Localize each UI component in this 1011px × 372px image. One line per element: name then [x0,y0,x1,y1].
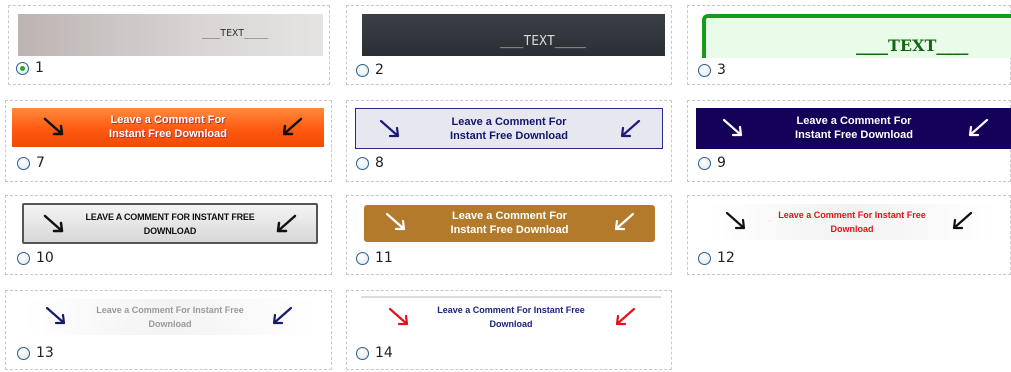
style-preview-1: ___TEXT____ [18,14,323,56]
radio-button-2[interactable] [356,63,369,77]
option-10[interactable]: 10 [17,249,54,267]
arrow-down-left-icon [615,307,636,326]
arrow-down-left-icon [272,306,293,325]
option-number-12: 12 [717,250,735,266]
style-option-9[interactable]: Leave a Comment For Instant Free Downloa… [687,100,1011,182]
style-option-7[interactable]: Leave a Comment For Instant Free Downloa… [5,100,332,182]
style-preview-13: Leave a Comment For Instant Free Downloa… [24,299,316,335]
radio-button-10[interactable] [17,251,30,265]
option-9[interactable]: 9 [698,154,726,172]
option-2[interactable]: 2 [356,61,384,79]
style-option-10[interactable]: LEAVE A COMMENT FOR INSTANT FREE DOWNLOA… [5,195,332,275]
arrow-down-left-icon [952,211,973,230]
option-number-2: 2 [375,62,384,78]
style-option-13[interactable]: Leave a Comment For Instant Free Downloa… [5,290,332,370]
radio-button-1[interactable] [16,61,29,75]
style-preview-12: Leave a Comment For Instant Free Downloa… [706,204,998,240]
style-preview-11: Leave a Comment For Instant Free Downloa… [364,205,655,242]
radio-button-8[interactable] [356,156,369,170]
style-preview-8: Leave a Comment For Instant Free Downloa… [355,108,663,149]
option-12[interactable]: 12 [698,249,735,267]
style-option-3[interactable]: ____TEXT____ 3 [687,5,1011,85]
arrow-down-left-icon [614,212,635,231]
radio-button-9[interactable] [698,156,711,170]
radio-button-13[interactable] [17,346,30,360]
radio-button-7[interactable] [17,156,30,170]
style-option-1[interactable]: ___TEXT____ 1 [8,5,330,85]
style-preview-2: ___TEXT____ [362,14,665,56]
radio-button-12[interactable] [698,251,711,265]
option-11[interactable]: 11 [356,249,393,267]
option-3[interactable]: 3 [698,61,726,79]
option-14[interactable]: 14 [356,344,393,362]
style-preview-3: ____TEXT____ [702,14,1011,58]
style-preview-10: LEAVE A COMMENT FOR INSTANT FREE DOWNLOA… [22,203,318,244]
style-preview-14: Leave a Comment For Instant Free Downloa… [361,296,661,335]
radio-button-11[interactable] [356,251,369,265]
style-preview-7: Leave a Comment For Instant Free Downloa… [12,108,324,147]
preview-text-3: ____TEXT____ [856,36,969,55]
option-8[interactable]: 8 [356,154,384,172]
option-number-10: 10 [36,250,54,266]
style-option-12[interactable]: Leave a Comment For Instant Free Downloa… [687,195,1011,275]
style-preview-9: Leave a Comment For Instant Free Downloa… [696,108,1011,149]
preview-text-1: ___TEXT____ [202,28,269,39]
arrow-down-left-icon [968,118,989,137]
radio-button-14[interactable] [356,346,369,360]
option-number-11: 11 [375,250,393,266]
option-number-8: 8 [375,155,384,171]
style-option-14[interactable]: Leave a Comment For Instant Free Downloa… [346,290,672,370]
option-13[interactable]: 13 [17,344,54,362]
option-number-14: 14 [375,345,393,361]
option-7[interactable]: 7 [17,154,45,172]
arrow-down-left-icon [620,119,641,138]
arrow-down-left-icon [282,117,303,136]
option-number-13: 13 [36,345,54,361]
arrow-down-left-icon [276,214,297,233]
style-option-8[interactable]: Leave a Comment For Instant Free Downloa… [346,100,672,182]
option-number-7: 7 [36,155,45,171]
option-number-9: 9 [717,155,726,171]
option-number-3: 3 [717,62,726,78]
option-number-1: 1 [35,60,44,76]
option-1[interactable]: 1 [16,59,44,77]
style-option-2[interactable]: ___TEXT____ 2 [346,5,672,85]
preview-text-2: ___TEXT____ [500,34,587,49]
style-option-11[interactable]: Leave a Comment For Instant Free Downloa… [346,195,672,275]
radio-button-3[interactable] [698,63,711,77]
